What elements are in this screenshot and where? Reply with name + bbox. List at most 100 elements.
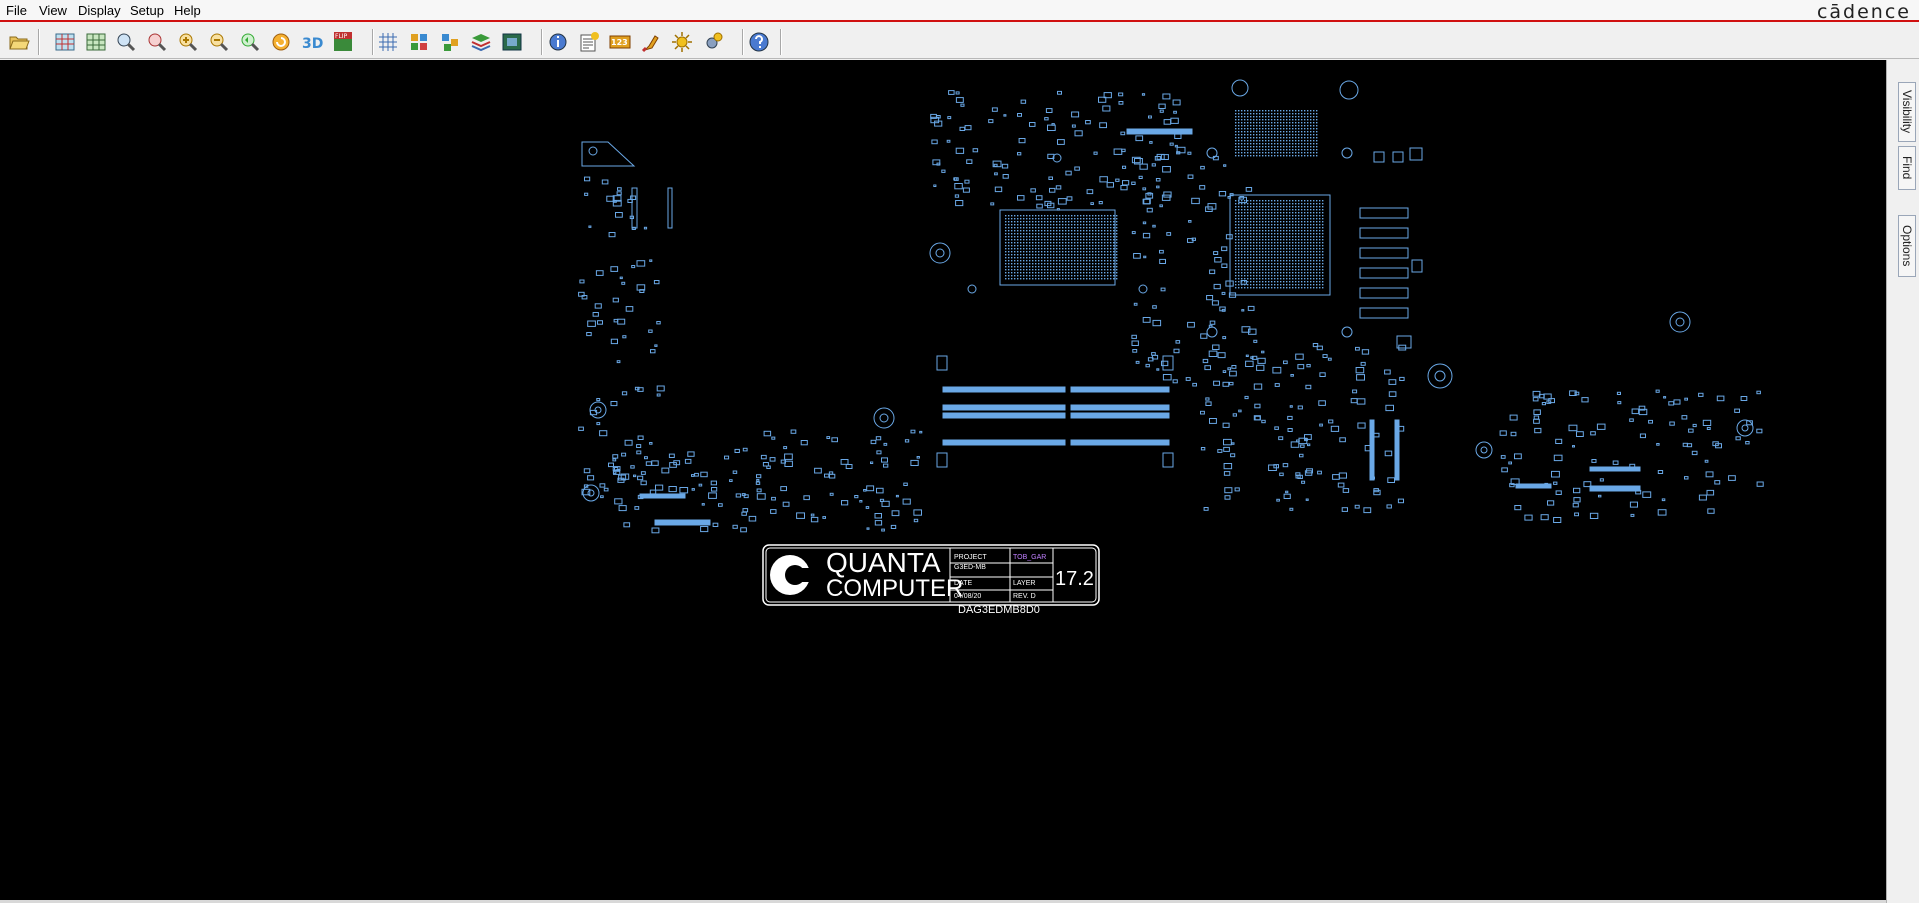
3d-view-icon[interactable]: 3D [299,29,325,55]
menu-file[interactable]: File [6,3,27,18]
smd-part [732,524,738,529]
menu-view[interactable]: View [39,3,67,18]
smd-part [1706,427,1711,430]
tab-find[interactable]: Find [1898,146,1916,190]
memory-chip [1359,267,1409,279]
brightness-icon[interactable] [669,29,695,55]
smd-part [1071,111,1080,118]
smd-part [1289,405,1293,408]
zoom-window-icon[interactable] [144,29,170,55]
smd-part [616,360,621,364]
smd-part [1300,444,1305,448]
smd-part [1086,189,1094,195]
refresh-icon[interactable] [268,29,294,55]
report-icon[interactable] [576,29,602,55]
smd-part [874,513,882,519]
smd-part [1533,409,1541,415]
smd-part [1133,253,1141,259]
menu-display[interactable]: Display [78,3,121,18]
smd-part [1330,425,1340,432]
open-folder-icon[interactable] [6,29,32,55]
smd-part [964,179,970,184]
smd-part [1514,453,1522,460]
smd-part [1630,513,1635,517]
mount-hole-inner [1675,317,1685,327]
smd-part [637,435,644,440]
zoom-world-icon[interactable] [113,29,139,55]
smd-part [1352,389,1358,394]
smd-part [941,169,946,173]
mount-hole [1427,363,1453,389]
smd-part [1222,381,1230,387]
measure-icon[interactable]: 123 [607,29,633,55]
smd-part [1655,389,1660,393]
board-canvas[interactable]: QUANTA COMPUTER PROJECT G3ED-MB DATE 04/08/20… [0,60,1886,900]
smd-part [1617,401,1622,405]
dimm-slot [1070,412,1170,419]
smd-part [1229,381,1234,386]
smd-part [1223,446,1230,452]
layers-icon[interactable] [406,29,432,55]
smd-part [891,510,900,517]
smd-part [760,454,767,460]
rev-label: REV. D [1013,593,1036,600]
tab-options[interactable]: Options [1898,215,1916,277]
smd-part [612,458,617,462]
help-icon[interactable] [746,29,772,55]
pcb-layout[interactable]: QUANTACOMPUTER PROJECT G3ED-MB DATE 04/08/20… [0,60,1886,900]
smd-part [655,484,664,491]
menu-help[interactable]: Help [174,3,201,18]
smd-part [748,515,757,522]
info-icon[interactable] [545,29,571,55]
zoom-previous-icon[interactable] [237,29,263,55]
menu-setup[interactable]: Setup [130,3,164,18]
tab-visibility[interactable]: Visibility [1898,82,1916,142]
smd-part [640,480,647,486]
smd-part [1185,377,1191,381]
smd-part [883,442,888,446]
smd-part [946,139,951,143]
smd-part [636,444,642,449]
cpu-bga [1005,215,1118,280]
smd-part [1337,482,1345,488]
stackup-icon[interactable] [468,29,494,55]
grid-icon[interactable] [375,29,401,55]
board-icon[interactable] [499,29,525,55]
smd-part [1279,472,1284,477]
smd-part [1272,366,1282,374]
smd-part [822,516,827,519]
smd-part [630,465,635,469]
smd-part [1135,135,1144,142]
zoom-fit-icon[interactable] [52,29,78,55]
smd-part [1533,418,1540,424]
smd-part [1356,398,1366,405]
smd-part [616,191,622,196]
smd-part [904,439,910,443]
highlight-icon[interactable] [638,29,664,55]
smd-part [948,90,955,95]
smd-part [841,500,849,506]
zoom-out-icon[interactable] [206,29,232,55]
smd-part [913,518,919,523]
smd-part [1213,380,1220,386]
version-number: 17.2 [1055,568,1094,590]
zoom-grid-icon[interactable] [83,29,109,55]
smd-part [903,482,908,487]
settings-sun-icon[interactable] [700,29,726,55]
smd-part [829,492,834,496]
zoom-in-icon[interactable] [175,29,201,55]
smd-part [875,436,882,441]
smd-part [1698,494,1707,501]
smd-part [782,501,790,507]
flip-icon[interactable]: FLIP [330,29,356,55]
smd-part [960,103,965,107]
smd-part [756,474,762,479]
smd-part [656,385,665,392]
smd-part [881,528,885,532]
smd-part [870,461,874,464]
layer-label: LAYER [1013,580,1035,587]
smd-part [831,437,839,443]
color-layers-icon[interactable] [437,29,463,55]
smd-part [700,526,709,533]
smd-part [931,139,938,145]
